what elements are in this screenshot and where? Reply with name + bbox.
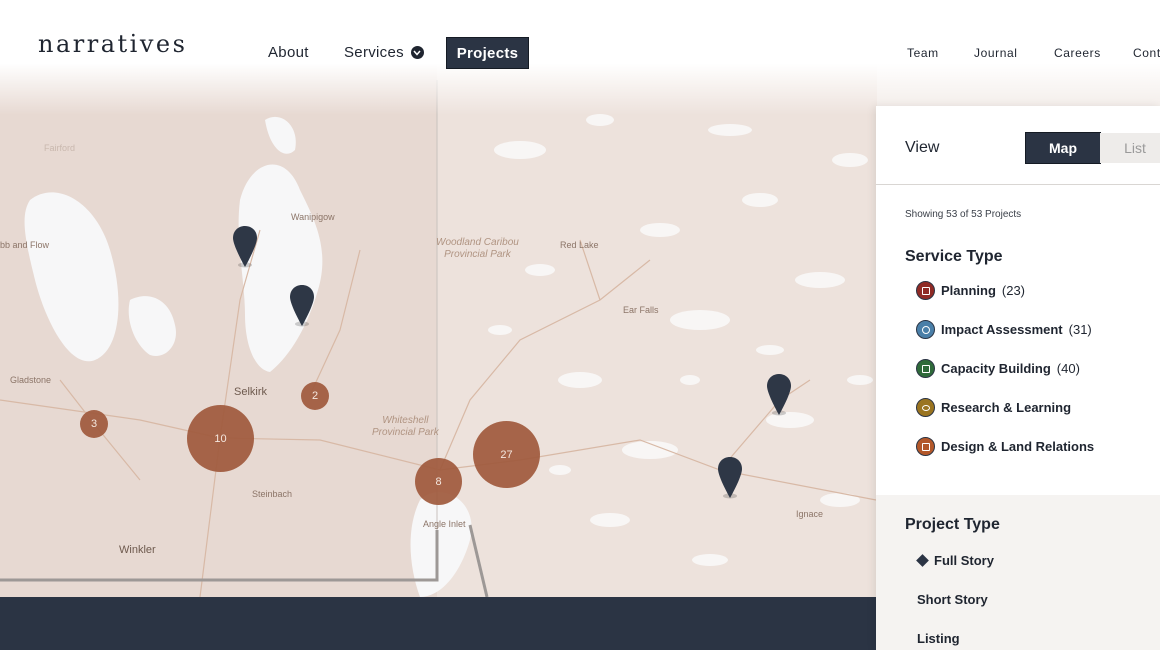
map-cluster[interactable]: 10 [187, 405, 254, 472]
filter-full-story[interactable]: Full Story [915, 553, 994, 568]
chevron-down-icon [410, 46, 424, 59]
eye-icon [916, 398, 935, 417]
park-type: Provincial Park [444, 249, 511, 260]
nav-careers[interactable]: Careers [1054, 46, 1101, 60]
filter-label: Listing [917, 631, 960, 646]
map-pin-icon[interactable] [289, 284, 315, 328]
map-cluster[interactable]: 3 [80, 410, 108, 438]
map-label-ebb-and-flow: bb and Flow [0, 240, 50, 250]
map-label-fairford: Fairford [44, 143, 76, 153]
park-name: Woodland Caribou [436, 237, 519, 248]
map-label-selkirk: Selkirk [234, 386, 268, 398]
filter-label: Short Story [917, 592, 988, 607]
filter-label: Design & Land Relations [941, 439, 1095, 454]
nav-services[interactable]: Services [344, 44, 424, 61]
footer-band [0, 597, 876, 650]
filter-impact-assessment[interactable]: Impact Assessment (31) [916, 320, 1092, 339]
filter-planning[interactable]: Planning (23) [916, 281, 1025, 300]
map-label-angle-inlet: Angle Inlet [423, 519, 466, 529]
site-header: narratives About Services Projects Team … [0, 0, 1160, 100]
filter-label: Capacity Building [941, 361, 1051, 376]
filter-panel: View Map List Showing 53 of 53 Projects … [876, 106, 1160, 650]
park-type: Provincial Park [372, 427, 439, 438]
filter-label: Planning [941, 283, 996, 298]
bar-chart-icon [916, 359, 935, 378]
map-cluster[interactable]: 27 [473, 421, 540, 488]
nav-services-label: Services [344, 44, 404, 61]
filter-label: Full Story [934, 553, 994, 568]
nav-contact[interactable]: Cont [1133, 46, 1160, 60]
map-cluster[interactable]: 8 [415, 458, 462, 505]
filter-short-story[interactable]: Short Story [917, 592, 988, 607]
map-pin-icon[interactable] [232, 225, 258, 269]
planning-icon [916, 281, 935, 300]
nav-about[interactable]: About [268, 44, 309, 61]
view-list-button[interactable]: List [1100, 133, 1160, 163]
view-label: View [905, 139, 940, 156]
filter-label: Impact Assessment [941, 322, 1063, 337]
map-cluster[interactable]: 2 [301, 382, 329, 410]
view-toggle-row: View Map List [876, 106, 1160, 185]
diamond-icon [916, 554, 929, 567]
project-type-heading: Project Type [905, 516, 1000, 533]
map-label-wanipigow: Wanipigow [291, 212, 335, 222]
project-type-section: Project Type Full Story Short Story List… [876, 495, 1160, 650]
speech-bubble-icon [916, 320, 935, 339]
map-label-steinbach: Steinbach [252, 489, 293, 499]
map-pin-icon[interactable] [766, 373, 792, 417]
shield-icon [916, 437, 935, 456]
nav-projects[interactable]: Projects [446, 37, 529, 69]
nav-team[interactable]: Team [907, 46, 939, 60]
map-label-winkler: Winkler [119, 544, 156, 556]
filter-capacity-building[interactable]: Capacity Building (40) [916, 359, 1080, 378]
park-name: Whiteshell [382, 415, 429, 426]
map-label-gladstone: Gladstone [10, 375, 52, 385]
service-type-heading: Service Type [905, 248, 1003, 265]
filter-label: Research & Learning [941, 400, 1072, 415]
map-label-woodland-caribou: Woodland Caribou Provincial Park [436, 237, 519, 261]
nav-journal[interactable]: Journal [974, 46, 1018, 60]
map-label-whiteshell: Whiteshell Provincial Park [372, 415, 439, 439]
map-label-red-lake: Red Lake [560, 240, 599, 250]
map-pin-icon[interactable] [717, 456, 743, 500]
filter-research-learning[interactable]: Research & Learning [916, 398, 1071, 417]
results-count: Showing 53 of 53 Projects [905, 209, 1022, 220]
filter-count: (31) [1068, 322, 1092, 337]
site-logo[interactable]: narratives [38, 30, 187, 58]
filter-design-land-relations[interactable]: Design & Land Relations [916, 437, 1094, 456]
filter-count: (40) [1056, 361, 1080, 376]
map-label-ear-falls: Ear Falls [623, 305, 659, 315]
map-label-ignace: Ignace [796, 509, 824, 519]
filter-listing[interactable]: Listing [917, 631, 960, 646]
view-map-button[interactable]: Map [1025, 132, 1101, 164]
filter-count: (23) [1001, 283, 1026, 298]
